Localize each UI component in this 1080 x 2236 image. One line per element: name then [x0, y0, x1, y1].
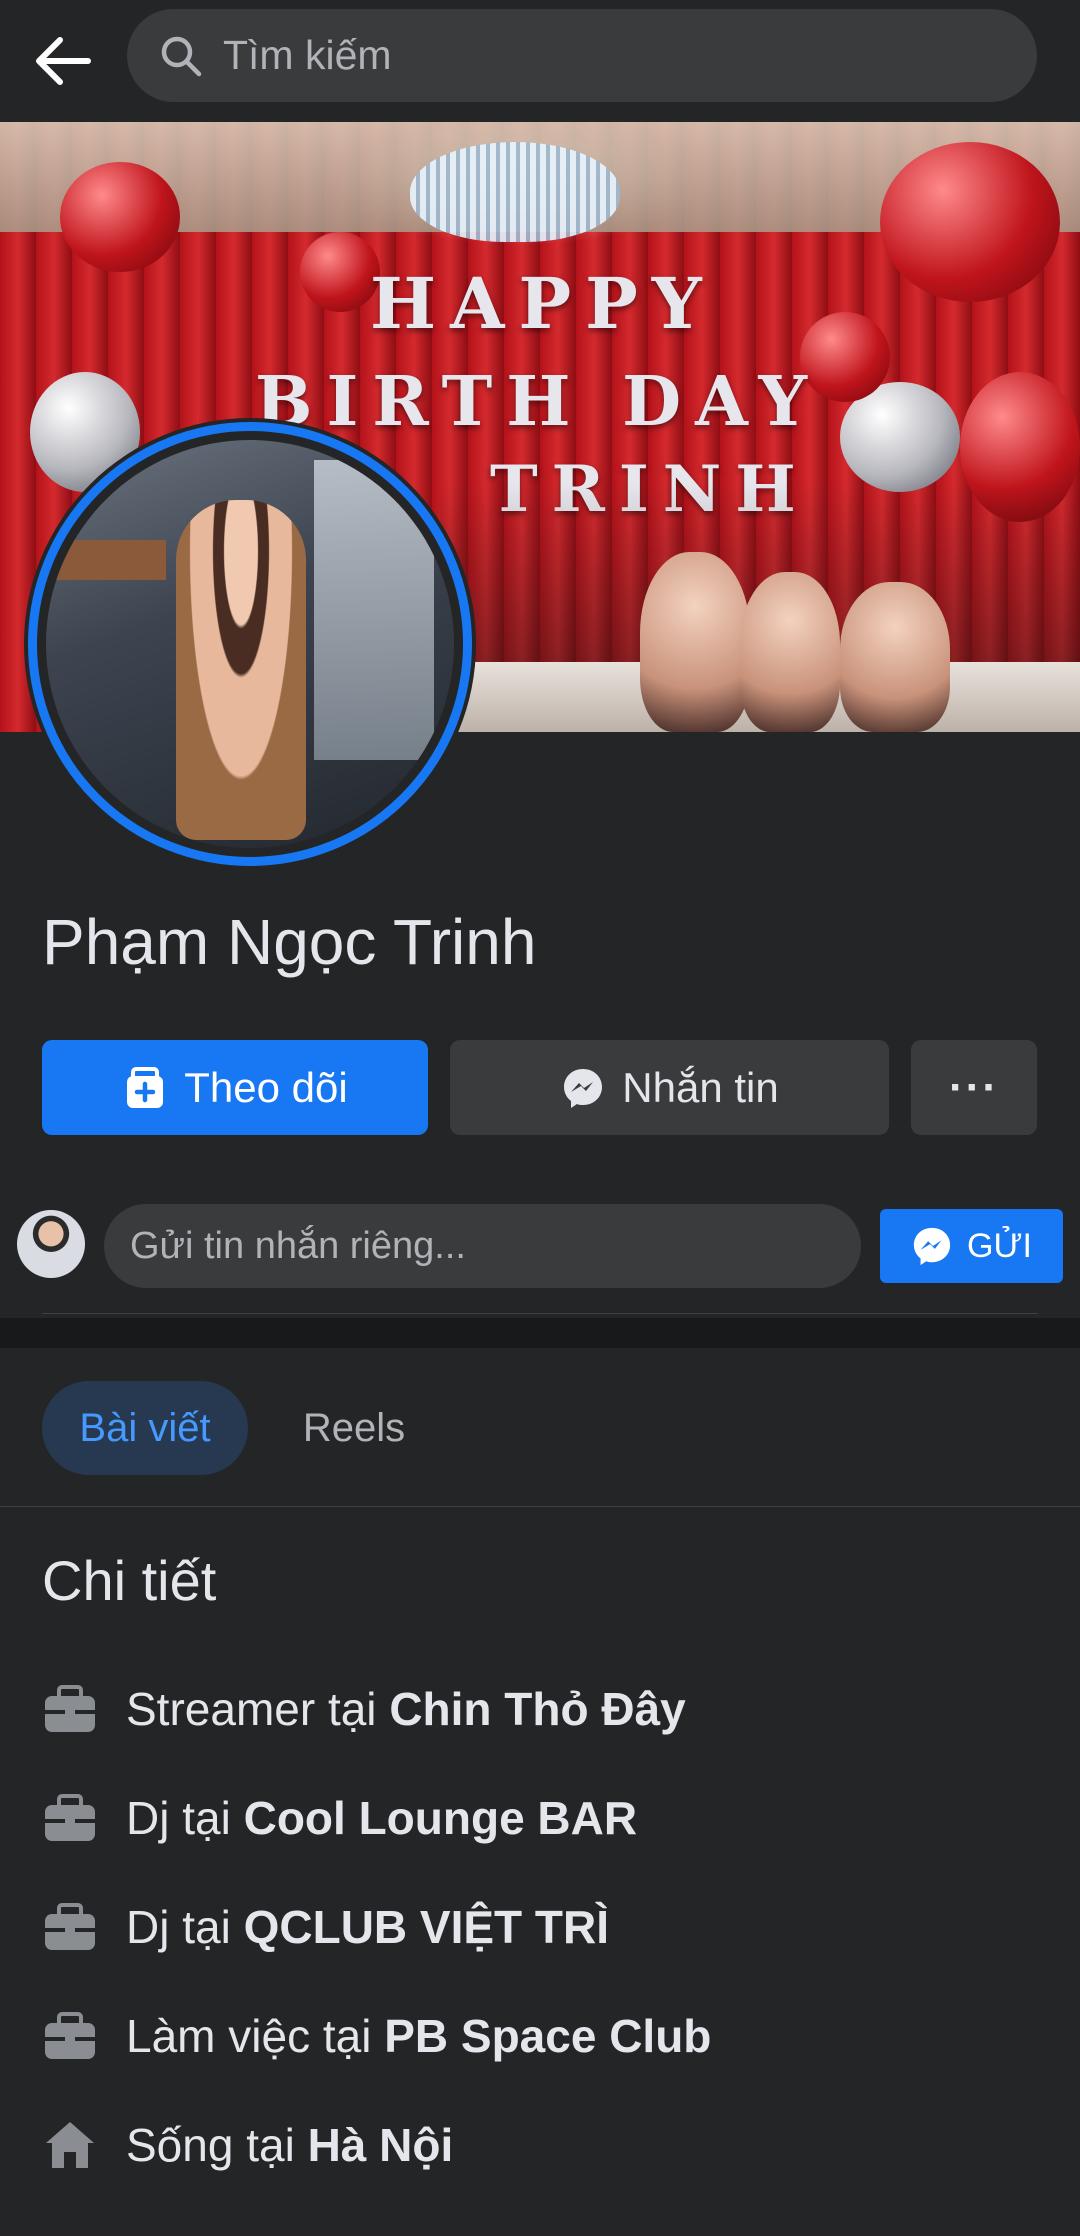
avatar-person: [176, 500, 306, 840]
cover-balloon: [60, 162, 180, 272]
detail-text: Streamer tại Chin Thỏ Đây: [126, 1683, 686, 1735]
cover-chandelier: [410, 142, 620, 242]
detail-text: Làm việc tại PB Space Club: [126, 2010, 712, 2062]
divider: [42, 1313, 1038, 1314]
briefcase-icon: [42, 1899, 98, 1955]
follow-button[interactable]: Theo dõi: [42, 1040, 428, 1135]
tab-posts[interactable]: Bài viết: [42, 1381, 248, 1475]
cover-banner-line1: HAPPY: [370, 262, 716, 345]
viewer-avatar: [17, 1210, 85, 1278]
messenger-icon: [911, 1225, 953, 1267]
profile-avatar[interactable]: [24, 418, 476, 870]
detail-item-lives-in[interactable]: Sống tại Hà Nội: [42, 2110, 453, 2180]
detail-link[interactable]: Chin Thỏ Đây: [389, 1683, 685, 1735]
briefcase-icon: [42, 1681, 98, 1737]
tab-label: Reels: [302, 1405, 406, 1450]
cover-person: [640, 552, 750, 732]
cover-person: [840, 582, 950, 732]
search-icon: [157, 32, 205, 80]
messenger-icon: [560, 1065, 606, 1111]
briefcase-icon: [42, 1790, 98, 1846]
detail-link[interactable]: PB Space Club: [384, 2010, 711, 2062]
detail-item-work[interactable]: Dj tại Cool Lounge BAR: [42, 1783, 637, 1853]
divider: [0, 1506, 1080, 1507]
follow-label: Theo dõi: [184, 1063, 348, 1111]
cover-balloon: [300, 232, 380, 312]
detail-link[interactable]: Hà Nội: [308, 2119, 454, 2171]
tab-reels[interactable]: Reels: [280, 1381, 428, 1475]
detail-item-work[interactable]: Dj tại QCLUB VIỆT TRÌ: [42, 1892, 609, 1962]
tab-label: Bài viết: [79, 1405, 211, 1450]
detail-text: Dj tại QCLUB VIỆT TRÌ: [126, 1901, 610, 1953]
details-title: Chi tiết: [42, 1549, 217, 1612]
avatar-shelf: [56, 540, 166, 580]
message-button[interactable]: Nhắn tin: [450, 1040, 889, 1135]
detail-item-work[interactable]: Làm việc tại PB Space Club: [42, 2001, 711, 2071]
avatar-photo: [46, 440, 454, 848]
detail-link[interactable]: QCLUB VIỆT TRÌ: [244, 1901, 609, 1953]
search-input[interactable]: [223, 32, 983, 79]
detail-item-work[interactable]: Streamer tại Chin Thỏ Đây: [42, 1674, 686, 1744]
story-ring: [28, 422, 472, 866]
message-label: Nhắn tin: [622, 1063, 779, 1111]
avatar-window: [314, 460, 434, 760]
back-arrow-icon: [36, 37, 91, 85]
cover-banner-line2: BIRTH DAY: [255, 362, 822, 442]
top-bar: [0, 0, 1080, 122]
search-bar[interactable]: [127, 9, 1037, 102]
detail-text: Sống tại Hà Nội: [126, 2119, 454, 2171]
briefcase-icon: [42, 2008, 98, 2064]
home-icon: [42, 2117, 98, 2173]
send-button[interactable]: GỬI: [880, 1209, 1063, 1283]
detail-text: Dj tại Cool Lounge BAR: [126, 1792, 638, 1844]
profile-name: Phạm Ngọc Trinh: [42, 906, 537, 978]
follow-plus-icon: [122, 1065, 168, 1111]
private-message-box[interactable]: [104, 1204, 861, 1288]
detail-link[interactable]: Cool Lounge BAR: [244, 1792, 638, 1844]
cover-person: [740, 572, 840, 732]
more-icon: ···: [949, 1062, 999, 1112]
more-options-button[interactable]: ···: [911, 1040, 1037, 1135]
back-button[interactable]: [26, 24, 100, 98]
cover-balloon: [880, 142, 1060, 302]
private-message-input[interactable]: [130, 1224, 830, 1268]
send-label: GỬI: [967, 1226, 1032, 1265]
section-separator: [0, 1318, 1080, 1348]
